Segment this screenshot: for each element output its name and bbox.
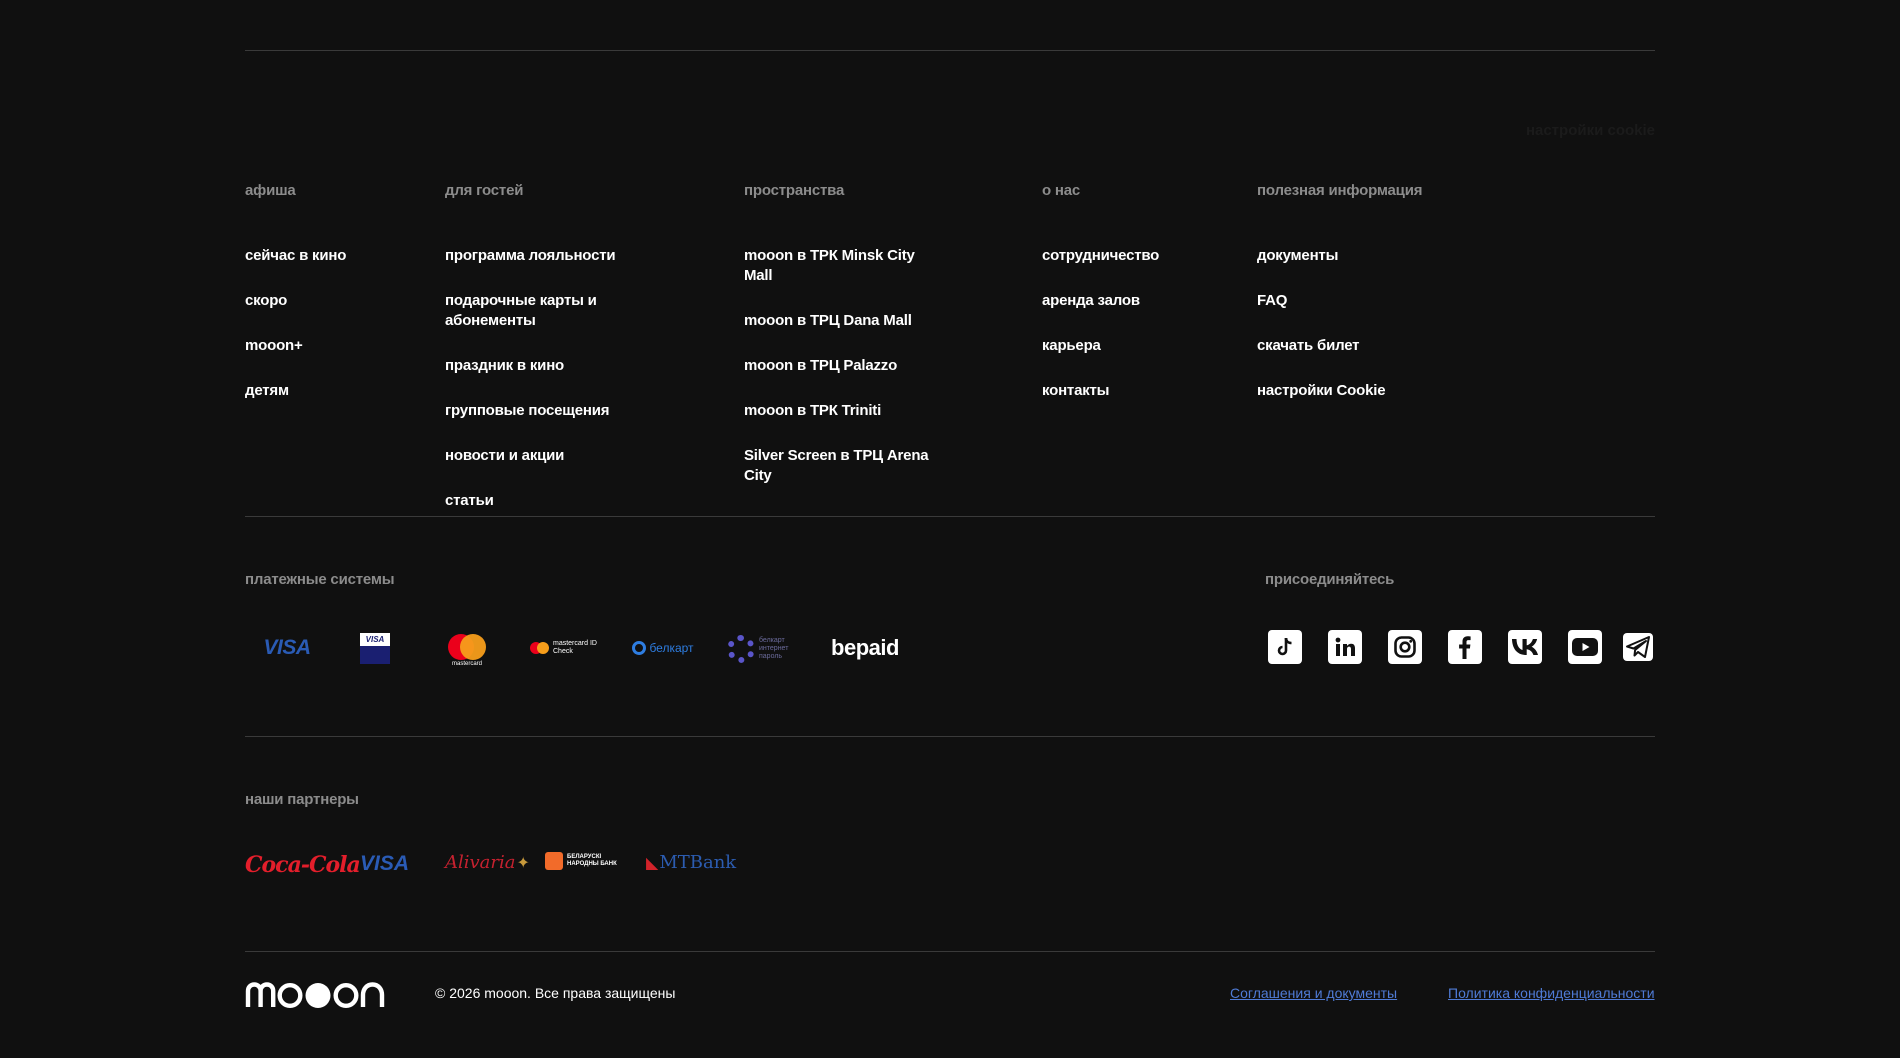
link-kids[interactable]: детям	[245, 381, 346, 401]
mastercard-id-check-logo: mastercard ID Check	[527, 638, 605, 658]
link-loyalty[interactable]: программа лояльности	[445, 246, 645, 266]
link-hall-rental[interactable]: аренда залов	[1042, 291, 1159, 311]
telegram-icon[interactable]	[1621, 630, 1655, 664]
mtbank-logo: ◣ MTBank	[646, 852, 737, 873]
belkart-logo: белкарт	[623, 637, 703, 659]
link-cookie-settings[interactable]: настройки Cookie	[1257, 381, 1422, 401]
facebook-icon[interactable]	[1448, 630, 1482, 664]
column-spaces: пространства mooon в ТРК Minsk City Mall…	[744, 182, 944, 511]
linkedin-icon[interactable]	[1328, 630, 1362, 664]
bepaid-logo: bepaid	[831, 635, 899, 660]
link-palazzo[interactable]: mooon в ТРЦ Palazzo	[744, 356, 944, 376]
divider	[245, 951, 1655, 952]
link-dana-mall[interactable]: mooon в ТРЦ Dana Mall	[744, 311, 944, 331]
partners-heading: наши партнеры	[245, 791, 359, 808]
social-heading: присоединяйтесь	[1265, 571, 1395, 588]
column-useful-info: полезная информация документы FAQ скачат…	[1257, 182, 1422, 426]
link-celebration[interactable]: праздник в кино	[445, 356, 645, 376]
visa-partner-logo: VISA	[360, 852, 410, 875]
column-heading: афиша	[245, 182, 296, 199]
alivaria-logo: Alivaria ✦	[445, 852, 530, 873]
privacy-policy-link[interactable]: Политика конфиденциальности	[1448, 985, 1655, 1001]
link-triniti[interactable]: mooon в ТРК Triniti	[744, 401, 944, 421]
link-contacts[interactable]: контакты	[1042, 381, 1159, 401]
instagram-icon[interactable]	[1388, 630, 1422, 664]
top-divider	[245, 50, 1655, 51]
link-faq[interactable]: FAQ	[1257, 291, 1422, 311]
column-heading: полезная информация	[1257, 182, 1423, 199]
link-career[interactable]: карьера	[1042, 336, 1159, 356]
link-arena-city[interactable]: Silver Screen в ТРЦ Arena City	[744, 446, 944, 486]
visa-logo: VISA	[263, 636, 311, 659]
link-gift-cards[interactable]: подарочные карты и абонементы	[445, 291, 645, 331]
link-mooon-plus[interactable]: mooon+	[245, 336, 346, 356]
agreements-link[interactable]: Соглашения и документы	[1230, 985, 1397, 1001]
payments-heading: платежные системы	[245, 571, 395, 588]
divider	[245, 736, 1655, 737]
link-now-showing[interactable]: сейчас в кино	[245, 246, 346, 266]
mastercard-logo: mastercard	[443, 632, 491, 668]
column-afisha: афиша сейчас в кино скоро mooon+ детям	[245, 182, 346, 426]
link-minsk-city-mall[interactable]: mooon в ТРК Minsk City Mall	[744, 246, 944, 286]
link-news[interactable]: новости и акции	[445, 446, 645, 466]
visa-secure-logo: VISA	[360, 633, 390, 664]
column-heading: пространства	[744, 182, 845, 199]
tiktok-icon[interactable]	[1268, 630, 1302, 664]
column-heading: для гостей	[445, 182, 524, 199]
divider	[245, 516, 1655, 517]
youtube-icon[interactable]	[1568, 630, 1602, 664]
cookie-settings-ghost-link[interactable]: настройки cookie	[1526, 122, 1655, 139]
vk-icon[interactable]	[1508, 630, 1542, 664]
copyright: © 2026 mooon. Все права защищены	[435, 985, 676, 1001]
column-guests: для гостей программа лояльности подарочн…	[445, 182, 645, 536]
link-download-ticket[interactable]: скачать билет	[1257, 336, 1422, 356]
column-heading: о нас	[1042, 182, 1081, 199]
link-documents[interactable]: документы	[1257, 246, 1422, 266]
link-group-visits[interactable]: групповые посещения	[445, 401, 645, 421]
belarusbank-logo: БЕЛАРУСКІ НАРОДНЫ БАНК	[545, 852, 623, 870]
column-about: о нас сотрудничество аренда залов карьер…	[1042, 182, 1159, 426]
coca-cola-logo: Coca-Cola	[245, 852, 361, 878]
belkart-internet-password-logo: белкарт интернет пароль	[724, 632, 802, 666]
link-coming-soon[interactable]: скоро	[245, 291, 346, 311]
mooon-logo[interactable]: mooon	[245, 978, 387, 1013]
link-articles[interactable]: статьи	[445, 491, 645, 511]
link-cooperation[interactable]: сотрудничество	[1042, 246, 1159, 266]
